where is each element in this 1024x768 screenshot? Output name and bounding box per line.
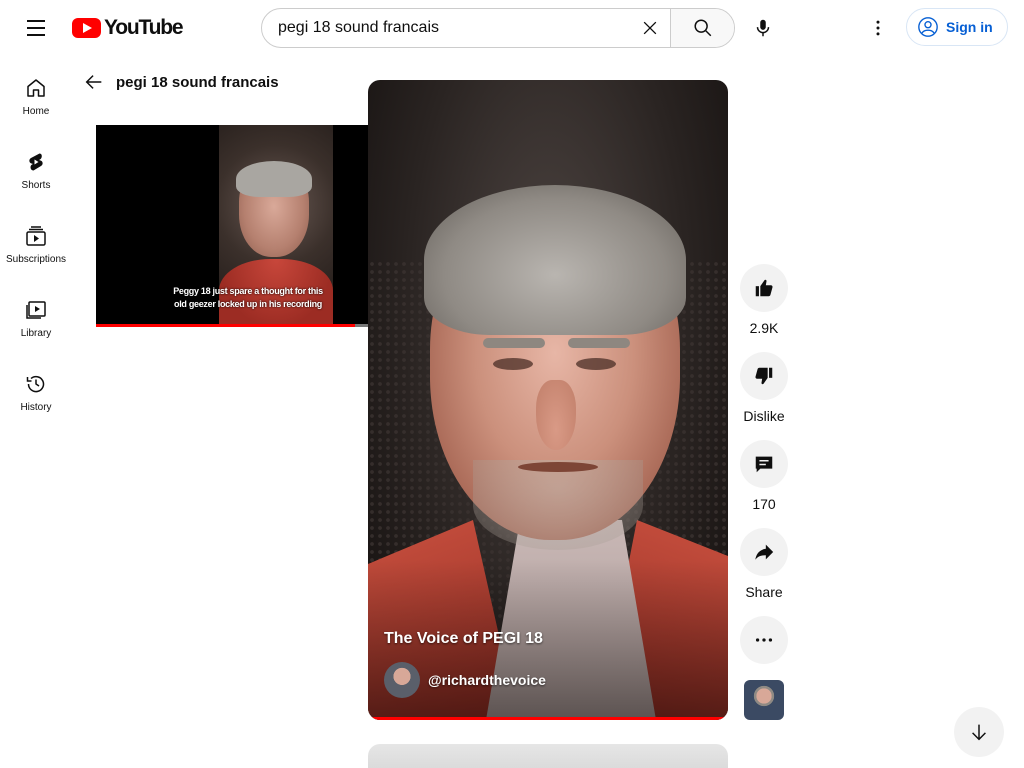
short-title[interactable]: The Voice of PEGI 18 bbox=[384, 630, 543, 648]
account-icon bbox=[918, 17, 938, 37]
more-action bbox=[740, 616, 788, 664]
short-video-player[interactable]: The Voice of PEGI 18 @richardthevoice bbox=[368, 80, 728, 720]
mini-player-progress-fill bbox=[96, 324, 356, 327]
sidebar-item-home[interactable]: Home bbox=[0, 56, 72, 130]
caption-line: Peggy 18 just spare a thought for this bbox=[173, 286, 323, 296]
dislike-label: Dislike bbox=[743, 408, 785, 424]
youtube-logo-icon bbox=[72, 18, 101, 38]
next-video-button[interactable] bbox=[954, 707, 1004, 757]
query-title: pegi 18 sound francais bbox=[116, 73, 279, 91]
short-progress-fill bbox=[368, 717, 728, 720]
arrow-down-icon bbox=[972, 724, 986, 741]
logo-text: YouTube bbox=[104, 16, 184, 39]
caption-line: old geezer locked up in his recording bbox=[174, 299, 322, 309]
sidebar-item-label: Shorts bbox=[21, 180, 51, 191]
shorts-icon bbox=[29, 153, 43, 171]
dislike-button[interactable] bbox=[740, 352, 788, 400]
sidebar-item-label: Library bbox=[20, 328, 52, 339]
sign-in-button[interactable]: Sign in bbox=[906, 8, 1008, 46]
comment-icon bbox=[755, 456, 773, 473]
clear-search-button[interactable] bbox=[634, 12, 666, 44]
search-field bbox=[262, 9, 670, 47]
comments-button[interactable] bbox=[740, 440, 788, 488]
search-icon bbox=[693, 19, 711, 37]
settings-menu-button[interactable] bbox=[858, 8, 898, 48]
home-icon bbox=[27, 79, 45, 97]
top-bar: YouTube pegi 18 sound francais Sign in bbox=[0, 0, 1024, 56]
like-count: 2.9K bbox=[749, 320, 779, 336]
channel-avatar[interactable] bbox=[384, 662, 420, 698]
sidebar-item-label: Home bbox=[22, 106, 50, 117]
sign-in-label: Sign in bbox=[946, 19, 993, 35]
like-button[interactable] bbox=[740, 264, 788, 312]
sidebar-item-label: Subscriptions bbox=[5, 254, 67, 265]
more-horizontal-icon bbox=[755, 638, 773, 642]
sidebar-item-label: History bbox=[20, 402, 52, 413]
subscriptions-icon bbox=[26, 226, 46, 246]
channel-link[interactable]: @richardthevoice bbox=[384, 662, 546, 698]
channel-handle[interactable]: @richardthevoice bbox=[428, 672, 546, 688]
arrow-left-icon bbox=[85, 75, 102, 89]
like-action: 2.9K bbox=[740, 264, 788, 336]
thumbs-down-icon bbox=[755, 367, 773, 385]
mini-player-caption: Peggy 18 just spare a thought for this o… bbox=[169, 285, 327, 311]
history-icon bbox=[26, 375, 45, 393]
search-input[interactable] bbox=[262, 9, 670, 47]
sidebar-item-subscriptions[interactable]: Subscriptions bbox=[0, 204, 72, 278]
close-icon bbox=[643, 21, 657, 35]
comments-action: 170 bbox=[740, 440, 788, 512]
next-short-preview[interactable] bbox=[368, 744, 728, 768]
comment-count: 170 bbox=[752, 496, 776, 512]
search-bar bbox=[261, 8, 735, 48]
search-button[interactable] bbox=[670, 9, 734, 47]
share-label: Share bbox=[745, 584, 783, 600]
youtube-logo[interactable]: YouTube bbox=[72, 16, 184, 40]
microphone-icon bbox=[756, 19, 770, 37]
sidebar-item-history[interactable]: History bbox=[0, 352, 72, 426]
share-action: Share bbox=[740, 528, 788, 600]
sidebar-item-library[interactable]: Library bbox=[0, 278, 72, 352]
share-icon bbox=[755, 544, 774, 560]
library-icon bbox=[26, 301, 46, 319]
voice-search-button[interactable] bbox=[743, 8, 783, 48]
more-options-button[interactable] bbox=[740, 616, 788, 664]
back-row: pegi 18 sound francais bbox=[82, 68, 279, 96]
thumbs-up-icon bbox=[755, 279, 773, 297]
back-button[interactable] bbox=[82, 70, 106, 94]
dislike-action: Dislike bbox=[740, 352, 788, 424]
share-button[interactable] bbox=[740, 528, 788, 576]
more-vertical-icon bbox=[876, 20, 880, 36]
sidebar: Home Shorts Subscriptions Library Histor… bbox=[0, 56, 72, 426]
sidebar-item-shorts[interactable]: Shorts bbox=[0, 130, 72, 204]
short-progress[interactable] bbox=[368, 717, 728, 720]
menu-button[interactable] bbox=[20, 12, 52, 44]
channel-thumbnail[interactable] bbox=[744, 680, 784, 720]
